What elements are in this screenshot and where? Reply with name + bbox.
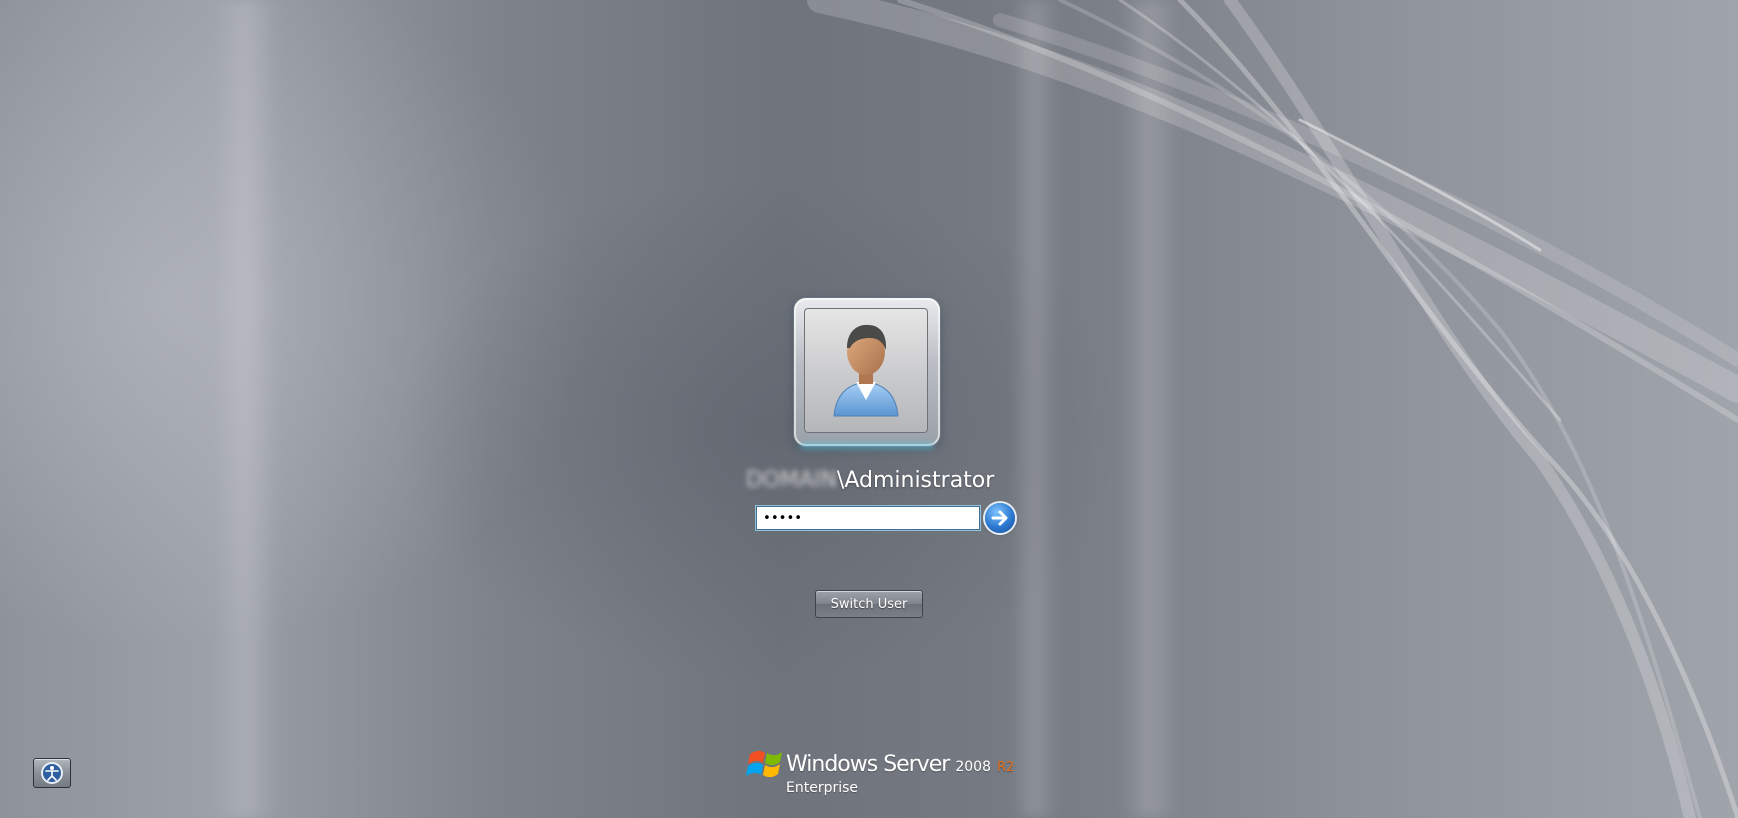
submit-button[interactable] <box>985 503 1015 533</box>
windows-flag-icon <box>746 750 782 778</box>
ease-of-access-button[interactable] <box>33 758 71 788</box>
product-release: R2 <box>996 760 1015 775</box>
windows-branding: Windows Server 2008 R2 Enterprise <box>744 744 1014 804</box>
username-label: DOMAIN\Administrator <box>700 468 1040 493</box>
password-field[interactable] <box>756 506 980 530</box>
user-picture <box>804 308 928 433</box>
redacted-domain: DOMAIN <box>745 468 837 493</box>
user-avatar-icon <box>833 324 899 417</box>
switch-user-button[interactable]: Switch User <box>815 590 923 618</box>
arrow-right-icon <box>991 510 1008 526</box>
product-name: Windows Server 2008 R2 <box>786 752 1014 777</box>
user-tile[interactable] <box>794 298 940 446</box>
product-edition: Enterprise <box>786 780 859 796</box>
product-version: 2008 <box>955 759 991 775</box>
ease-of-access-icon <box>41 762 63 784</box>
username-text: \Administrator <box>836 468 995 493</box>
product-name-text: Windows Server <box>786 752 950 777</box>
